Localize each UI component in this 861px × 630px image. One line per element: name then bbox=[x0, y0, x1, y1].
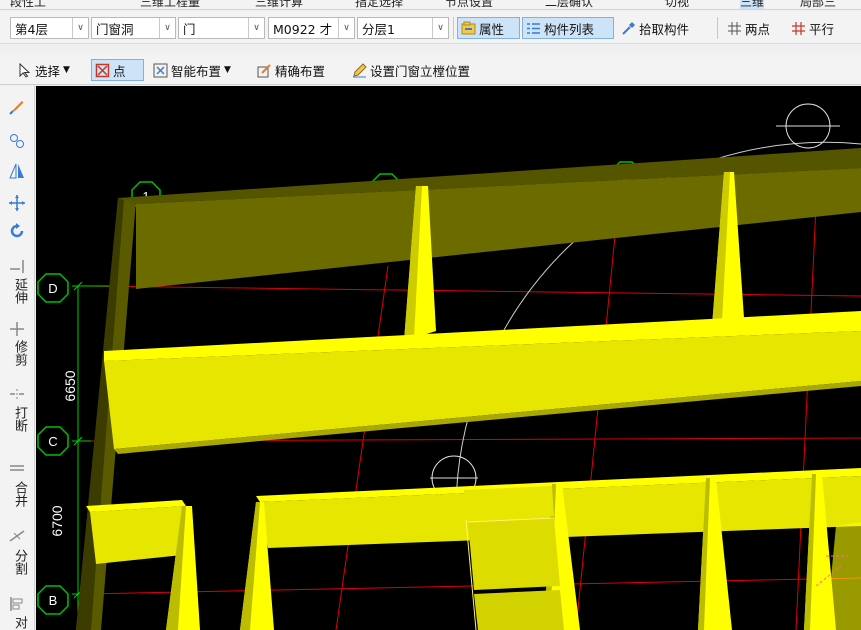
mirror-icon[interactable] bbox=[6, 160, 28, 182]
axis-label-d: D bbox=[48, 281, 57, 296]
set-frame-position-label: 设置门窗立樘位置 bbox=[370, 63, 471, 79]
chevron-down-icon[interactable]: ∨ bbox=[159, 18, 175, 38]
parallel-icon bbox=[791, 21, 806, 36]
tool-fragment[interactable]: 段性工 bbox=[10, 0, 46, 9]
properties-icon bbox=[461, 21, 476, 36]
3d-scene[interactable]: 6650 6700 1 2 3 D C bbox=[36, 86, 861, 630]
two-point-icon bbox=[727, 21, 742, 36]
chevron-down-icon[interactable]: ∨ bbox=[72, 18, 88, 38]
merge-icon[interactable] bbox=[6, 458, 28, 478]
align-icon[interactable] bbox=[6, 594, 28, 614]
eyedropper-icon bbox=[621, 21, 636, 36]
trim-label[interactable]: 修剪 bbox=[9, 340, 27, 374]
precise-layout-button[interactable]: 精确布置 bbox=[254, 59, 346, 81]
pick-component-button[interactable]: 拾取构件 bbox=[618, 17, 710, 39]
chevron-down-icon[interactable]: ∨ bbox=[338, 18, 354, 38]
axis-label-c: C bbox=[48, 434, 57, 449]
list-icon bbox=[526, 21, 541, 36]
tool-fragment[interactable]: 三维工程量 bbox=[140, 0, 200, 9]
category-value: 门窗洞 bbox=[96, 21, 134, 37]
tool-fragment[interactable]: 局部三 bbox=[800, 0, 836, 9]
point-label: 点 bbox=[113, 63, 126, 79]
properties-label: 属性 bbox=[479, 21, 505, 37]
point-icon bbox=[95, 63, 110, 78]
two-point-label: 两点 bbox=[745, 21, 771, 37]
type-value: 门 bbox=[183, 21, 196, 37]
smart-layout-label: 智能布置 bbox=[171, 63, 222, 79]
app-window: 段性工 三维工程量 三维计算 指定选择 节点设置 二层确认 切视 三维 局部三 … bbox=[0, 0, 861, 630]
separator bbox=[453, 17, 454, 39]
door-panel[interactable] bbox=[468, 518, 560, 590]
split-label[interactable]: 分割 bbox=[9, 549, 27, 583]
brush-icon[interactable] bbox=[6, 96, 28, 118]
beam-back-face[interactable] bbox=[136, 168, 861, 289]
two-point-button[interactable]: 两点 bbox=[724, 17, 784, 39]
category-select[interactable]: 门窗洞 ∨ bbox=[91, 17, 176, 39]
point-button[interactable]: 点 bbox=[91, 59, 144, 81]
left-edit-toolbar: 延伸 修剪 打断 合并 分割 对 bbox=[0, 86, 35, 630]
rotate-icon[interactable] bbox=[6, 220, 28, 242]
component-list-button[interactable]: 构件列表 bbox=[522, 17, 614, 39]
parallel-button[interactable]: 平行 bbox=[788, 17, 850, 39]
extend-label[interactable]: 延伸 bbox=[9, 278, 27, 312]
property-toolbar: 第4层 ∨ 门窗洞 ∨ 门 ∨ M0922 才 ∨ 分层1 ∨ 属性 构件列表 … bbox=[0, 11, 861, 44]
break-icon[interactable] bbox=[6, 384, 28, 404]
3d-viewport[interactable]: 6650 6700 1 2 3 D C bbox=[36, 86, 861, 630]
precise-layout-label: 精确布置 bbox=[275, 63, 326, 79]
grid-line bbox=[575, 225, 617, 630]
tool-fragment[interactable]: 二层确认 bbox=[545, 0, 593, 9]
floor-value: 第4层 bbox=[15, 21, 48, 37]
smart-layout-icon bbox=[153, 63, 168, 78]
properties-button[interactable]: 属性 bbox=[457, 17, 520, 39]
top-toolbar-cutoff: 段性工 三维工程量 三维计算 指定选择 节点设置 二层确认 切视 三维 局部三 bbox=[0, 0, 861, 10]
align-label[interactable]: 对 bbox=[9, 616, 27, 630]
caret-down-icon[interactable]: ▼ bbox=[224, 65, 231, 75]
floor-select[interactable]: 第4层 ∨ bbox=[10, 17, 89, 39]
caret-down-icon[interactable]: ▼ bbox=[63, 65, 70, 75]
tool-fragment[interactable]: 切视 bbox=[665, 0, 689, 9]
merge-label[interactable]: 合并 bbox=[9, 481, 27, 515]
component-select[interactable]: M0922 才 ∨ bbox=[268, 17, 355, 39]
draw-toolbar: 选择 ▼ 点 智能布置 ▼ 精确布置 设置门窗立樘位置 bbox=[0, 55, 861, 85]
separator bbox=[717, 17, 718, 39]
select-label: 选择 bbox=[35, 63, 61, 79]
grid-line bbox=[335, 265, 389, 630]
split-icon[interactable] bbox=[6, 526, 28, 546]
dimension-label-6700: 6700 bbox=[49, 505, 65, 536]
dimension-label-6650: 6650 bbox=[62, 370, 78, 401]
type-select[interactable]: 门 ∨ bbox=[178, 17, 265, 39]
door-panel-lower[interactable] bbox=[474, 590, 564, 630]
layer-select[interactable]: 分层1 ∨ bbox=[357, 17, 449, 39]
tool-fragment[interactable]: 三维 bbox=[740, 0, 765, 9]
tool-fragment[interactable]: 指定选择 bbox=[355, 0, 403, 9]
break-label[interactable]: 打断 bbox=[9, 406, 27, 440]
extend-icon[interactable] bbox=[6, 256, 28, 276]
tool-fragment[interactable]: 三维计算 bbox=[255, 0, 303, 9]
component-value: M0922 才 bbox=[273, 21, 333, 37]
pick-component-label: 拾取构件 bbox=[639, 21, 690, 37]
door-opening[interactable] bbox=[464, 486, 564, 630]
door-frame-top bbox=[464, 486, 554, 520]
move-icon[interactable] bbox=[6, 192, 28, 214]
smart-layout-button[interactable]: 智能布置 ▼ bbox=[150, 59, 250, 81]
highlight-shape bbox=[826, 522, 861, 630]
grid-line bbox=[85, 285, 861, 297]
select-button[interactable]: 选择 ▼ bbox=[14, 59, 90, 81]
trim-icon[interactable] bbox=[6, 319, 28, 339]
tool-fragment[interactable]: 节点设置 bbox=[445, 0, 493, 9]
precise-layout-icon bbox=[257, 63, 272, 78]
copy-icon[interactable] bbox=[6, 130, 28, 152]
cursor-icon bbox=[17, 62, 32, 78]
parallel-label: 平行 bbox=[809, 21, 835, 37]
chevron-down-icon[interactable]: ∨ bbox=[432, 18, 448, 38]
set-frame-position-button[interactable]: 设置门窗立樘位置 bbox=[349, 59, 499, 81]
layer-value: 分层1 bbox=[362, 21, 395, 37]
component-list-label: 构件列表 bbox=[544, 21, 595, 37]
chevron-down-icon[interactable]: ∨ bbox=[248, 18, 264, 38]
pencil-icon bbox=[352, 62, 367, 78]
axis-label-b: B bbox=[49, 593, 58, 608]
